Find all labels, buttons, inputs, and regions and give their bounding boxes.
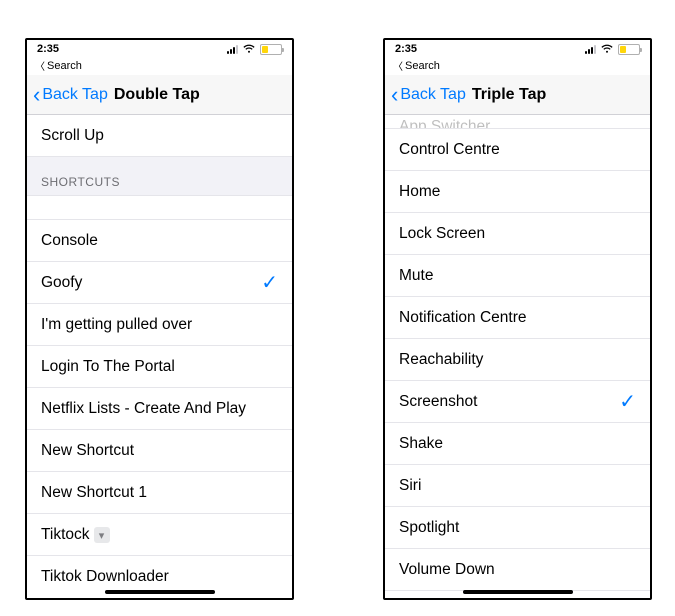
nav-bar: ‹ Back Tap Triple Tap	[385, 75, 650, 115]
breadcrumb-label: Search	[405, 60, 440, 72]
list-item-label: App Switcher	[399, 118, 490, 129]
list-item-control-centre[interactable]: Control Centre	[385, 129, 650, 171]
status-bar: 2:35	[27, 40, 292, 58]
checkmark-icon: ✓	[619, 389, 636, 414]
back-label: Back Tap	[400, 86, 466, 104]
blank-row	[27, 196, 292, 220]
list-item-reachability[interactable]: Reachability	[385, 339, 650, 381]
options-list: App Switcher Control Centre Home Lock Scre…	[385, 115, 650, 600]
phone-double-tap: 2:35 〈 Search ‹ Back Tap Double Tap Scro…	[25, 38, 294, 600]
list-item-siri[interactable]: Siri	[385, 465, 650, 507]
list-item-login-to-the-portal[interactable]: Login To The Portal	[27, 346, 292, 388]
list-item-label: Lock Screen	[399, 225, 485, 243]
list-item-spotlight[interactable]: Spotlight	[385, 507, 650, 549]
list-item-label: Goofy	[41, 274, 82, 292]
nav-bar: ‹ Back Tap Double Tap	[27, 75, 292, 115]
breadcrumb[interactable]: 〈 Search	[385, 58, 650, 75]
section-header-shortcuts: SHORTCUTS	[27, 157, 292, 196]
chevron-left-icon: 〈	[393, 58, 403, 73]
list-item-label: Netflix Lists - Create And Play	[41, 400, 246, 418]
options-list: Scroll Up SHORTCUTS Console Goofy ✓ I'm get…	[27, 115, 292, 598]
list-item-notification-centre[interactable]: Notification Centre	[385, 297, 650, 339]
list-item-label: Home	[399, 183, 440, 201]
list-item-netflix-lists-create-and-play[interactable]: Netflix Lists - Create And Play	[27, 388, 292, 430]
download-icon: ▾	[94, 527, 110, 543]
back-button[interactable]: ‹ Back Tap	[33, 84, 108, 106]
list-item-label: Reachability	[399, 351, 483, 369]
status-indicators	[585, 44, 640, 55]
list-item-scroll-up[interactable]: Scroll Up	[27, 115, 292, 157]
list-item-new-shortcut-1[interactable]: New Shortcut 1	[27, 472, 292, 514]
status-indicators	[227, 44, 282, 55]
chevron-left-icon: ‹	[33, 84, 40, 106]
chevron-left-icon: ‹	[391, 84, 398, 106]
list-item-goofy[interactable]: Goofy ✓	[27, 262, 292, 304]
list-item-label: Spotlight	[399, 519, 459, 537]
list-item-label: Scroll Up	[41, 127, 104, 145]
list-item-screenshot[interactable]: Screenshot ✓	[385, 381, 650, 423]
list-item-tiktock[interactable]: Tiktock▾	[27, 514, 292, 556]
list-item-label: Volume Down	[399, 561, 495, 579]
list-item-label: New Shortcut 1	[41, 484, 147, 502]
status-bar: 2:35	[385, 40, 650, 58]
list-item-partial[interactable]: App Switcher	[385, 115, 650, 129]
wifi-icon	[600, 44, 614, 54]
list-item-label: Siri	[399, 477, 421, 495]
page-title: Triple Tap	[472, 86, 546, 104]
list-item-label: Shake	[399, 435, 443, 453]
list-item-label: Screenshot	[399, 393, 477, 411]
status-time: 2:35	[395, 43, 417, 55]
breadcrumb[interactable]: 〈 Search	[27, 58, 292, 75]
list-item-label: Control Centre	[399, 141, 500, 159]
wifi-icon	[242, 44, 256, 54]
back-button[interactable]: ‹ Back Tap	[391, 84, 466, 106]
list-item-label: Console	[41, 232, 98, 250]
list-item-label: Notification Centre	[399, 309, 527, 327]
list-item-mute[interactable]: Mute	[385, 255, 650, 297]
cellular-icon	[227, 45, 238, 54]
battery-icon	[260, 44, 282, 55]
home-indicator[interactable]	[105, 590, 215, 594]
list-item-lock-screen[interactable]: Lock Screen	[385, 213, 650, 255]
list-item-label: New Shortcut	[41, 442, 134, 460]
chevron-left-icon: 〈	[35, 58, 45, 73]
list-item-shake[interactable]: Shake	[385, 423, 650, 465]
battery-icon	[618, 44, 640, 55]
back-label: Back Tap	[42, 86, 108, 104]
list-item-label: Tiktock▾	[41, 526, 110, 544]
list-item-label: Tiktok Downloader	[41, 568, 169, 586]
list-item-new-shortcut[interactable]: New Shortcut	[27, 430, 292, 472]
checkmark-icon: ✓	[261, 270, 278, 295]
list-item-i-m-getting-pulled-over[interactable]: I'm getting pulled over	[27, 304, 292, 346]
list-item-label: I'm getting pulled over	[41, 316, 192, 334]
phone-triple-tap: 2:35 〈 Search ‹ Back Tap Triple Tap App …	[383, 38, 652, 600]
breadcrumb-label: Search	[47, 60, 82, 72]
page-title: Double Tap	[114, 86, 200, 104]
list-item-volume-down[interactable]: Volume Down	[385, 549, 650, 591]
list-item-label: Mute	[399, 267, 433, 285]
list-item-home[interactable]: Home	[385, 171, 650, 213]
status-time: 2:35	[37, 43, 59, 55]
home-indicator[interactable]	[463, 590, 573, 594]
list-item-label: Login To The Portal	[41, 358, 175, 376]
cellular-icon	[585, 45, 596, 54]
list-item-console[interactable]: Console	[27, 220, 292, 262]
